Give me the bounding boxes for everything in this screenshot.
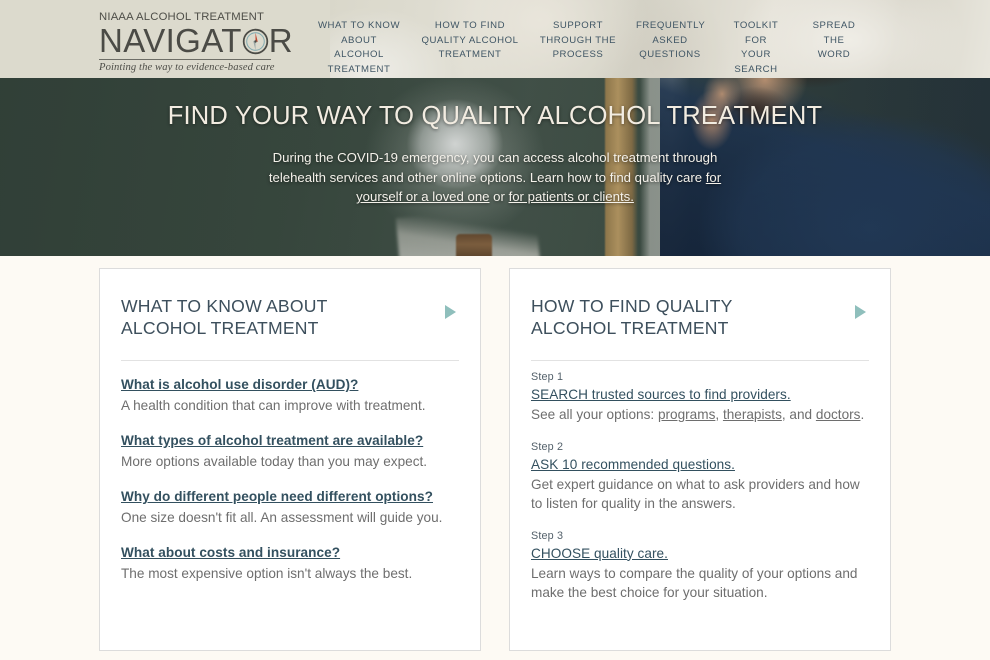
card-what-to-know: WHAT TO KNOW ABOUT ALCOHOL TREATMENT Wha… xyxy=(99,268,481,651)
card-row: WHAT TO KNOW ABOUT ALCOHOL TREATMENT Wha… xyxy=(0,256,990,651)
list-item: Step 3 CHOOSE quality care. Learn ways t… xyxy=(531,530,869,603)
main-navigation: WHAT TO KNOW ABOUT ALCOHOL TREATMENT HOW… xyxy=(307,19,869,77)
question-list: What is alcohol use disorder (AUD)? A he… xyxy=(121,361,459,583)
list-item: What about costs and insurance? The most… xyxy=(121,543,459,583)
nav-what-to-know[interactable]: WHAT TO KNOW ABOUT ALCOHOL TREATMENT xyxy=(307,19,411,77)
step-3-link[interactable]: CHOOSE quality care. xyxy=(531,544,668,563)
list-item: Step 2 ASK 10 recommended questions. Get… xyxy=(531,441,869,514)
step-3-label: Step 3 xyxy=(531,529,564,542)
hero-body-lead: During the COVID-19 emergency, you can a… xyxy=(268,150,718,185)
logo-wordmark: NAVIGAT R xyxy=(99,22,293,59)
card-how-to-find: HOW TO FIND QUALITY ALCOHOL TREATMENT St… xyxy=(509,268,891,651)
play-arrow-icon[interactable] xyxy=(445,305,456,319)
main-content: WHAT TO KNOW ABOUT ALCOHOL TREATMENT Wha… xyxy=(0,256,990,651)
hero-banner: FIND YOUR WAY TO QUALITY ALCOHOL TREATME… xyxy=(0,78,990,256)
step-1-desc-lead: See all your options: xyxy=(531,407,658,422)
question-desc-options: One size doesn't fit all. An assessment … xyxy=(121,510,443,525)
question-link-types[interactable]: What types of alcohol treatment are avai… xyxy=(121,431,423,450)
site-logo[interactable]: NIAAA ALCOHOL TREATMENT NAVIGAT R Pointi… xyxy=(99,11,293,73)
step-1-link-programs[interactable]: programs xyxy=(658,407,715,422)
logo-word-left: NAVIGAT xyxy=(99,22,242,59)
step-list: Step 1 SEARCH trusted sources to find pr… xyxy=(531,361,869,603)
card-how-to-find-title: HOW TO FIND QUALITY ALCOHOL TREATMENT xyxy=(531,296,733,338)
nav-spread-the-word[interactable]: SPREAD THE WORD xyxy=(799,19,869,63)
question-desc-aud: A health condition that can improve with… xyxy=(121,398,426,413)
step-1-link-doctors[interactable]: doctors xyxy=(816,407,861,422)
list-item: What types of alcohol treatment are avai… xyxy=(121,431,459,471)
play-arrow-icon[interactable] xyxy=(855,305,866,319)
compass-icon xyxy=(242,27,269,55)
site-header: NIAAA ALCOHOL TREATMENT NAVIGAT R Pointi… xyxy=(0,0,990,78)
step-1-link-therapists[interactable]: therapists xyxy=(723,407,782,422)
question-desc-costs: The most expensive option isn't always t… xyxy=(121,566,413,581)
step-3-desc: Learn ways to compare the quality of you… xyxy=(531,565,858,601)
card-what-to-know-title: WHAT TO KNOW ABOUT ALCOHOL TREATMENT xyxy=(121,296,328,338)
question-link-options[interactable]: Why do different people need different o… xyxy=(121,487,433,506)
nav-faq[interactable]: FREQUENTLY ASKED QUESTIONS xyxy=(627,19,713,63)
hero-body-text: During the COVID-19 emergency, you can a… xyxy=(260,148,730,207)
step-1-link[interactable]: SEARCH trusted sources to find providers… xyxy=(531,385,791,404)
hero-title: FIND YOUR WAY TO QUALITY ALCOHOL TREATME… xyxy=(167,102,823,130)
question-desc-types: More options available today than you ma… xyxy=(121,454,428,469)
list-item: Step 1 SEARCH trusted sources to find pr… xyxy=(531,371,869,425)
step-1-sep-2: , and xyxy=(781,407,816,422)
step-1-sep-1: , xyxy=(715,407,723,422)
logo-word-right: R xyxy=(268,22,293,59)
hero-link-for-patients[interactable]: for patients or clients. xyxy=(509,189,634,204)
nav-toolkit[interactable]: TOOLKIT FOR YOUR SEARCH xyxy=(713,19,799,77)
nav-how-to-find[interactable]: HOW TO FIND QUALITY ALCOHOL TREATMENT xyxy=(411,19,529,63)
step-2-label: Step 2 xyxy=(531,440,564,453)
list-item: Why do different people need different o… xyxy=(121,487,459,527)
step-1-desc: See all your options: programs, therapis… xyxy=(531,405,869,425)
step-2-link[interactable]: ASK 10 recommended questions. xyxy=(531,455,735,474)
logo-tagline: Pointing the way to evidence-based care xyxy=(99,61,275,73)
step-1-label: Step 1 xyxy=(531,371,564,383)
question-link-aud[interactable]: What is alcohol use disorder (AUD)? xyxy=(121,375,358,394)
hero-body-conjunction: or xyxy=(489,189,509,204)
step-2-desc: Get expert guidance on what to ask provi… xyxy=(531,476,860,512)
nav-support[interactable]: SUPPORT THROUGH THE PROCESS xyxy=(529,19,627,63)
list-item: What is alcohol use disorder (AUD)? A he… xyxy=(121,375,459,415)
step-1-desc-end: . xyxy=(860,407,865,422)
question-link-costs[interactable]: What about costs and insurance? xyxy=(121,543,340,562)
